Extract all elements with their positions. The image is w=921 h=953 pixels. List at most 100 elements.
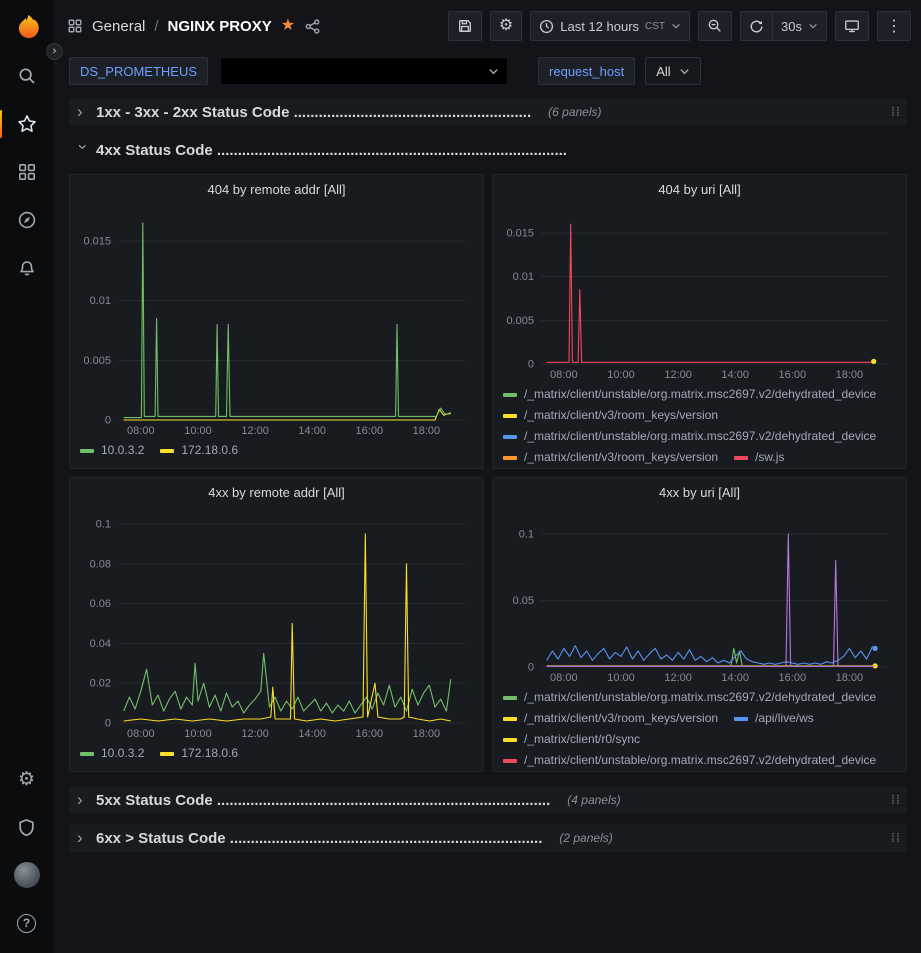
legend-item[interactable]: /_matrix/client/r0/sync bbox=[503, 729, 640, 750]
legend-item[interactable]: /_matrix/client/unstable/org.matrix.msc2… bbox=[503, 687, 876, 708]
legend-item[interactable]: /sw.js bbox=[734, 447, 784, 468]
svg-text:16:00: 16:00 bbox=[779, 369, 807, 381]
row-drag-handle-icon[interactable]: ⁞⁞ bbox=[891, 831, 901, 845]
svg-text:0.08: 0.08 bbox=[90, 558, 111, 570]
sidebar-bottom: ⚙ ? bbox=[0, 755, 53, 947]
sidebar-item-search[interactable] bbox=[0, 52, 53, 100]
timeseries-chart[interactable]: 00.0050.010.01508:0010:0012:0014:0016:00… bbox=[72, 201, 481, 438]
legend-item[interactable]: /_matrix/client/v3/room_keys/version bbox=[503, 405, 718, 426]
panel-title[interactable]: 4xx by uri [All] bbox=[493, 478, 906, 502]
svg-text:18:00: 18:00 bbox=[413, 728, 441, 740]
row-title: 4xx Status Code ........................… bbox=[96, 142, 567, 159]
favorite-star-icon[interactable]: ★ bbox=[281, 18, 295, 34]
panel-title[interactable]: 404 by uri [All] bbox=[493, 175, 906, 199]
row-header-4xx[interactable]: › 4xx Status Code ......................… bbox=[69, 136, 907, 164]
refresh-button[interactable] bbox=[740, 11, 773, 41]
row-title: 6xx > Status Code ......................… bbox=[96, 830, 542, 847]
legend-item[interactable]: /_matrix/client/unstable/org.matrix.msc2… bbox=[503, 426, 876, 447]
legend-item[interactable]: /_matrix/client/v3/room_keys/version bbox=[503, 708, 718, 729]
zoom-out-time-button[interactable] bbox=[698, 11, 732, 41]
sidebar-item-configuration[interactable]: ⚙ bbox=[0, 755, 53, 803]
legend-swatch bbox=[734, 717, 748, 721]
timeseries-chart[interactable]: 00.0050.010.01508:0010:0012:0014:0016:00… bbox=[495, 201, 904, 382]
svg-text:18:00: 18:00 bbox=[836, 672, 864, 684]
legend-swatch bbox=[80, 752, 94, 756]
svg-text:0.1: 0.1 bbox=[519, 529, 534, 541]
svg-text:16:00: 16:00 bbox=[779, 672, 807, 684]
row-drag-handle-icon[interactable]: ⁞⁞ bbox=[891, 793, 901, 807]
refresh-button-group: 30s bbox=[740, 11, 827, 41]
legend-item[interactable]: 10.0.3.2 bbox=[80, 743, 144, 764]
breadcrumb-section[interactable]: General bbox=[92, 18, 145, 35]
svg-text:10:00: 10:00 bbox=[184, 425, 212, 437]
svg-text:0.02: 0.02 bbox=[90, 678, 111, 690]
variable-request-host-value: All bbox=[656, 64, 670, 79]
gear-icon: ⚙ bbox=[18, 770, 35, 789]
legend-item[interactable]: /api/live/ws bbox=[734, 708, 814, 729]
sidebar-item-alerting[interactable] bbox=[0, 244, 53, 292]
svg-text:18:00: 18:00 bbox=[836, 369, 864, 381]
legend-swatch bbox=[503, 435, 517, 439]
legend-item[interactable]: 172.18.0.6 bbox=[160, 440, 238, 461]
row-header-1xx-3xx-2xx[interactable]: › 1xx - 3xx - 2xx Status Code ..........… bbox=[69, 98, 907, 126]
shield-icon bbox=[17, 818, 36, 837]
legend-item[interactable]: /_matrix/client/unstable/org.matrix.msc2… bbox=[503, 384, 876, 405]
dashboard-settings-button[interactable]: ⚙ bbox=[490, 11, 522, 41]
timeseries-chart[interactable]: 00.020.040.060.080.108:0010:0012:0014:00… bbox=[72, 504, 481, 741]
sidebar-collapse-button[interactable]: › bbox=[46, 43, 63, 60]
grafana-logo[interactable] bbox=[0, 0, 53, 52]
svg-text:0: 0 bbox=[528, 359, 534, 371]
refresh-interval-label: 30s bbox=[781, 19, 802, 34]
chart-plot-area: 00.020.040.060.080.108:0010:0012:0014:00… bbox=[70, 502, 483, 741]
refresh-interval-picker[interactable]: 30s bbox=[773, 11, 827, 41]
save-dashboard-button[interactable] bbox=[448, 11, 482, 41]
chevron-down-icon bbox=[671, 21, 681, 31]
help-icon: ? bbox=[17, 914, 36, 933]
chart-plot-area: 00.0050.010.01508:0010:0012:0014:0016:00… bbox=[493, 199, 906, 382]
chart-plot-area: 00.050.108:0010:0012:0014:0016:0018:00 bbox=[493, 502, 906, 685]
row-panel-count: (4 panels) bbox=[567, 793, 620, 807]
share-icon[interactable] bbox=[304, 18, 321, 35]
breadcrumb: General / NGINX PROXY ★ bbox=[67, 18, 321, 35]
legend-item[interactable]: /_matrix/client/v3/room_keys/version bbox=[503, 447, 718, 468]
legend-item[interactable]: /_matrix/client/unstable/org.matrix.msc2… bbox=[503, 750, 876, 771]
dashboard-title[interactable]: NGINX PROXY bbox=[168, 18, 272, 35]
chevron-right-icon: › bbox=[77, 102, 89, 122]
sidebar-item-explore[interactable] bbox=[0, 196, 53, 244]
dashboard-canvas: › 1xx - 3xx - 2xx Status Code ..........… bbox=[53, 90, 921, 953]
panel-title[interactable]: 4xx by remote addr [All] bbox=[70, 478, 483, 502]
legend-item[interactable]: 172.18.0.6 bbox=[160, 743, 238, 764]
timeseries-chart[interactable]: 00.050.108:0010:0012:0014:0016:0018:00 bbox=[495, 504, 904, 685]
main-area: General / NGINX PROXY ★ bbox=[53, 0, 921, 953]
svg-text:0.1: 0.1 bbox=[96, 519, 111, 531]
svg-text:0: 0 bbox=[528, 662, 534, 674]
panel-title[interactable]: 404 by remote addr [All] bbox=[70, 175, 483, 199]
sidebar-item-help[interactable]: ? bbox=[0, 899, 53, 947]
sidebar-item-server-admin[interactable] bbox=[0, 803, 53, 851]
save-icon bbox=[457, 18, 473, 34]
variable-ds-prometheus-label[interactable]: DS_PROMETHEUS bbox=[69, 57, 208, 85]
svg-text:0.01: 0.01 bbox=[90, 295, 111, 307]
clock-icon bbox=[539, 19, 554, 34]
zoom-out-icon bbox=[707, 18, 723, 34]
legend-item[interactable]: 10.0.3.2 bbox=[80, 440, 144, 461]
row-header-6xx[interactable]: › 6xx > Status Code ....................… bbox=[69, 824, 907, 852]
svg-text:0.005: 0.005 bbox=[506, 315, 534, 327]
row-header-5xx[interactable]: › 5xx Status Code ......................… bbox=[69, 786, 907, 814]
sidebar-item-profile[interactable] bbox=[0, 851, 53, 899]
chevron-down-icon bbox=[488, 66, 499, 77]
sidebar-item-dashboards[interactable] bbox=[0, 148, 53, 196]
more-options-button[interactable]: ⋮ bbox=[877, 11, 911, 41]
sidebar-item-starred[interactable] bbox=[0, 100, 53, 148]
variable-request-host-picker[interactable]: All bbox=[645, 57, 700, 85]
legend-swatch bbox=[734, 456, 748, 460]
variable-ds-prometheus-select[interactable] bbox=[220, 57, 508, 85]
cycle-view-mode-button[interactable] bbox=[835, 11, 869, 41]
variable-request-host-label[interactable]: request_host bbox=[538, 57, 635, 85]
svg-text:10:00: 10:00 bbox=[607, 369, 635, 381]
svg-text:08:00: 08:00 bbox=[550, 369, 578, 381]
row-drag-handle-icon[interactable]: ⁞⁞ bbox=[891, 105, 901, 119]
time-range-picker[interactable]: Last 12 hours CST bbox=[530, 11, 690, 41]
search-icon bbox=[17, 66, 37, 86]
user-avatar bbox=[14, 862, 40, 888]
